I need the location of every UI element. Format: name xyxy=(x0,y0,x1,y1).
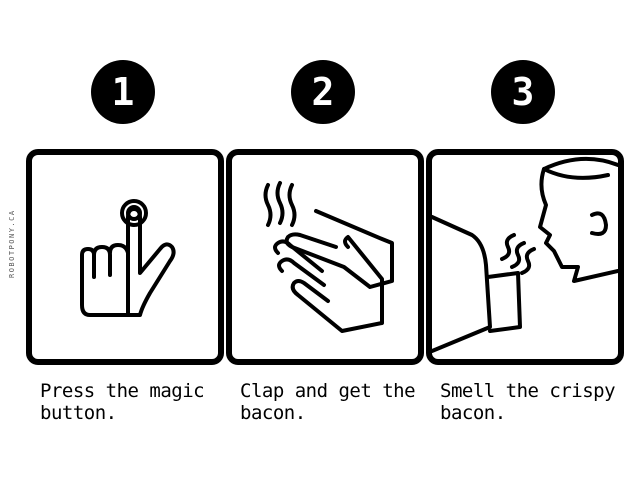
pressing-finger-icon xyxy=(80,199,176,317)
smelling-bacon-icon xyxy=(432,156,618,353)
step-3-number: 3 xyxy=(511,70,535,114)
instruction-diagram: ROBOTPONY.CA 1 Press the magic button. 2 xyxy=(0,0,640,480)
person-hair-line xyxy=(542,167,610,180)
finger-crease xyxy=(92,265,112,279)
aroma-wave-2 xyxy=(510,241,526,269)
step-2-caption: Clap and get the bacon. xyxy=(240,380,416,424)
aroma-wave-3 xyxy=(520,247,536,275)
credit-watermark: ROBOTPONY.CA xyxy=(8,209,16,278)
step-2-number: 2 xyxy=(311,70,335,114)
bacon-slot xyxy=(486,271,522,333)
aroma-wave-1 xyxy=(500,233,516,261)
clap-wave-1 xyxy=(263,183,273,227)
step-3-number-badge: 3 xyxy=(491,60,555,124)
bacon-machine-outline xyxy=(432,215,492,353)
clap-wave-2 xyxy=(275,181,285,225)
step-2-number-badge: 2 xyxy=(291,60,355,124)
person-ear xyxy=(590,211,608,236)
step-1-number-badge: 1 xyxy=(91,60,155,124)
step-1-number: 1 xyxy=(111,70,135,114)
magic-button-outer-ring xyxy=(120,199,148,227)
clap-wave-3 xyxy=(287,183,297,227)
step-3-caption: Smell the crispy bacon. xyxy=(440,380,616,424)
clapping-hands-icon xyxy=(263,181,394,333)
step-1-panel xyxy=(26,149,224,365)
back-hand-outline xyxy=(284,209,394,289)
step-1-caption: Press the magic button. xyxy=(40,380,205,424)
step-3-panel xyxy=(426,149,624,365)
step-2-panel xyxy=(226,149,424,365)
hand-outline xyxy=(80,207,176,317)
